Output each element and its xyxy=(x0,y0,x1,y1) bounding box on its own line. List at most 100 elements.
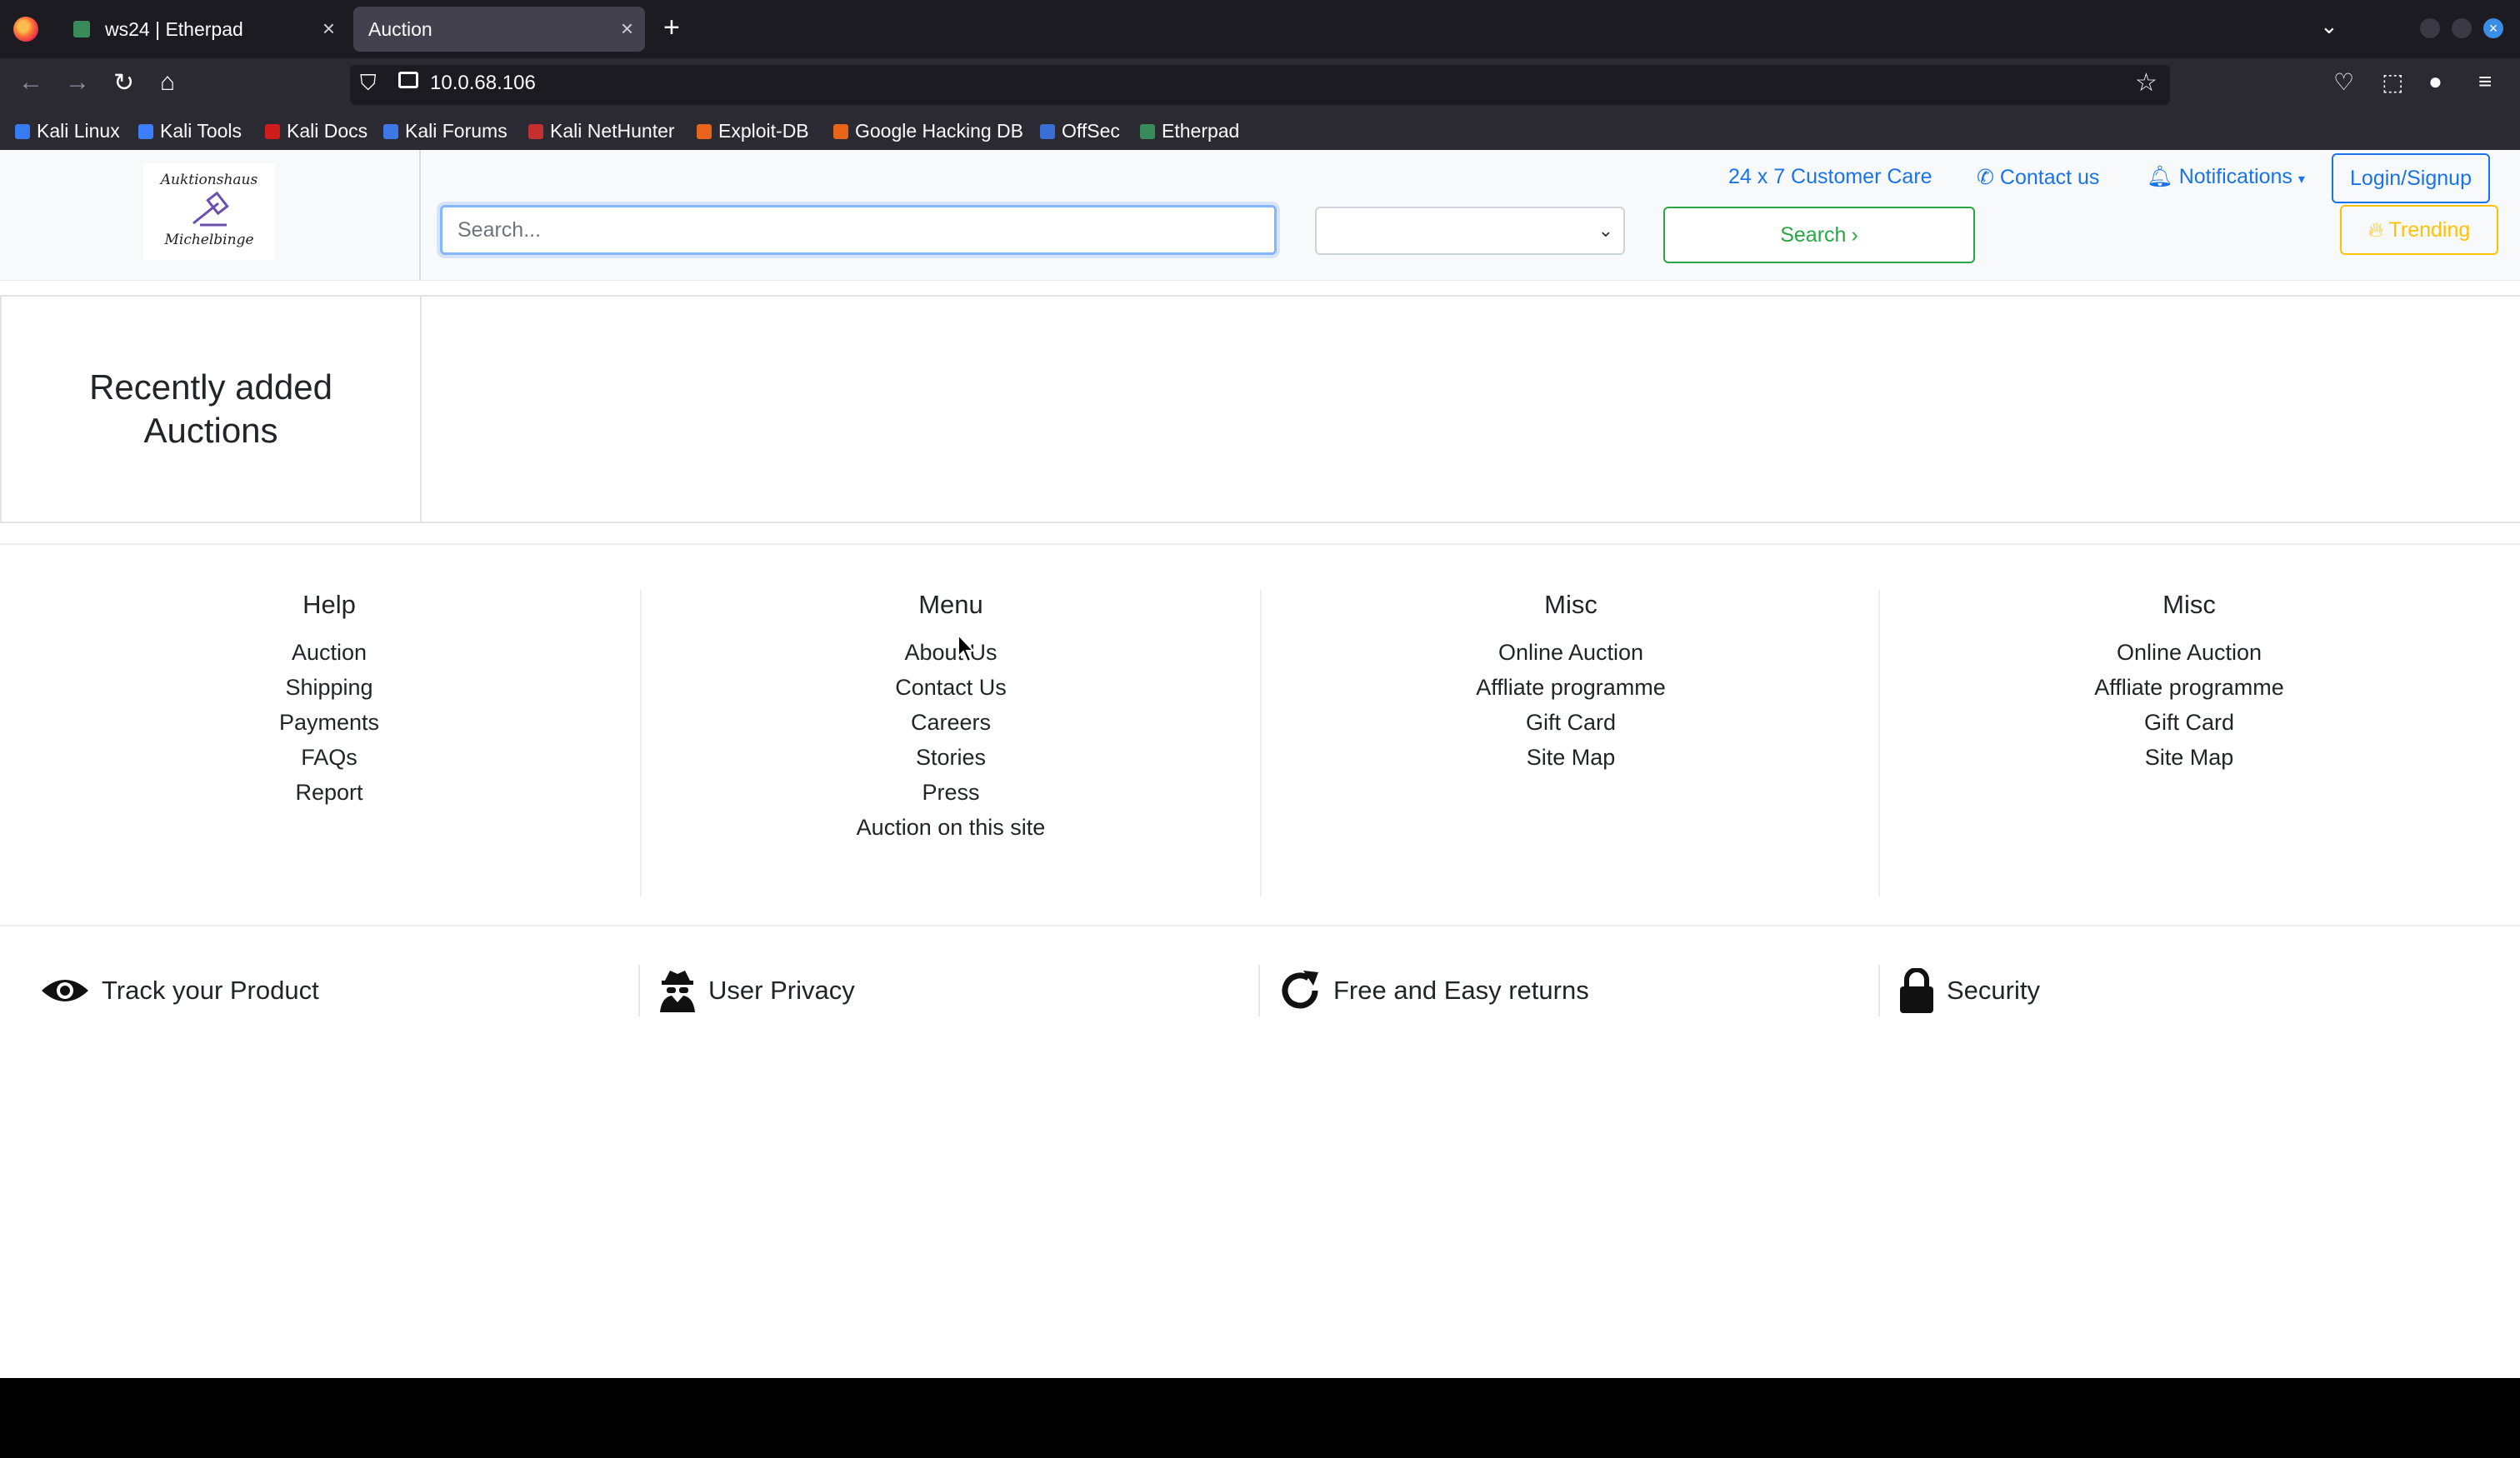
footer-link[interactable]: Stories xyxy=(642,740,1260,775)
bookmark-label: Kali Docs xyxy=(287,120,368,142)
trending-label: Trending xyxy=(2388,218,2471,242)
bookmark-exploit-db[interactable]: Exploit-DB xyxy=(697,120,809,142)
footer-link[interactable]: Gift Card xyxy=(1262,705,1880,740)
footer-heading: Help xyxy=(302,590,356,619)
footer-column-misc-2: Misc Online Auction Affliate programme G… xyxy=(1878,590,2498,896)
lock-icon xyxy=(1900,968,1933,1013)
bookmark-label: Kali NetHunter xyxy=(550,120,675,142)
bookmark-label: Etherpad xyxy=(1162,120,1240,142)
footer-link[interactable]: Shipping xyxy=(20,670,638,705)
feature-track-product: Track your Product xyxy=(40,965,319,1016)
account-icon[interactable]: ● xyxy=(2428,68,2442,95)
window-close-button[interactable]: × xyxy=(2483,18,2503,38)
search-button[interactable]: Search › xyxy=(1663,207,1975,263)
bookmark-label: Exploit-DB xyxy=(718,120,809,142)
kali-docs-icon xyxy=(265,124,280,139)
feature-security: Security xyxy=(1878,965,2040,1016)
home-icon[interactable]: ⌂ xyxy=(160,68,175,97)
close-icon[interactable]: × xyxy=(322,16,335,42)
menu-icon[interactable]: ≡ xyxy=(2478,68,2492,95)
footer-link[interactable]: Contact Us xyxy=(642,670,1260,705)
footer-link[interactable]: FAQs xyxy=(20,740,638,775)
footer-heading: Misc xyxy=(1544,590,1598,619)
fire-icon: 🔥︎ xyxy=(2368,218,2384,242)
footer-link[interactable]: Press xyxy=(642,775,1260,810)
refresh-icon xyxy=(1282,971,1318,1009)
logo-line-1: Auktionshaus xyxy=(160,172,258,188)
trending-button[interactable]: 🔥︎ Trending xyxy=(2340,205,2498,255)
footer-link[interactable]: About Us xyxy=(642,635,1260,670)
url-text[interactable]: 10.0.68.106 xyxy=(430,72,536,95)
login-signup-button[interactable]: Login/Signup xyxy=(2332,153,2490,203)
footer-link[interactable]: Affliate programme xyxy=(1262,670,1880,705)
bookmark-label: OffSec xyxy=(1062,120,1120,142)
close-icon[interactable]: × xyxy=(621,16,633,42)
bookmark-etherpad[interactable]: Etherpad xyxy=(1140,120,1239,142)
footer-column-help: Help Auction Shipping Payments FAQs Repo… xyxy=(20,590,638,896)
footer-column-menu: Menu About Us Contact Us Careers Stories… xyxy=(640,590,1260,896)
site-logo[interactable]: Auktionshaus Michelbinge xyxy=(143,163,275,260)
bookmark-kali-tools[interactable]: Kali Tools xyxy=(138,120,242,142)
ghdb-icon xyxy=(833,124,848,139)
tab-title: Auction xyxy=(368,18,432,40)
bookmark-kali-forums[interactable]: Kali Forums xyxy=(383,120,508,142)
shield-icon[interactable]: ⛉ xyxy=(360,70,377,97)
footer-link[interactable]: Site Map xyxy=(1262,740,1880,775)
bookmark-kali-docs[interactable]: Kali Docs xyxy=(265,120,368,142)
chevron-down-icon[interactable]: ⌄ xyxy=(2320,13,2338,39)
footer-link[interactable]: Affliate programme xyxy=(1880,670,2498,705)
user-secret-icon xyxy=(660,971,695,1012)
kali-tools-icon xyxy=(138,124,153,139)
category-select[interactable]: ⌄ xyxy=(1315,207,1625,255)
search-input[interactable] xyxy=(440,205,1277,255)
logo-line-2: Michelbinge xyxy=(164,232,254,248)
notifications-dropdown[interactable]: 🔔︎ Notifications ▾ xyxy=(2147,165,2305,189)
nethunter-icon xyxy=(528,124,543,139)
new-tab-button[interactable]: + xyxy=(663,12,680,44)
footer-link[interactable]: Site Map xyxy=(1880,740,2498,775)
contact-us-label: Contact us xyxy=(1999,166,2100,189)
bookmark-google-hacking-db[interactable]: Google Hacking DB xyxy=(833,120,1023,142)
mouse-cursor-icon xyxy=(958,633,976,663)
star-icon[interactable]: ☆ xyxy=(2135,68,2158,97)
bookmark-kali-nethunter[interactable]: Kali NetHunter xyxy=(528,120,675,142)
tab-auction[interactable]: Auction × xyxy=(353,7,645,52)
bell-icon: 🔔︎ xyxy=(2147,165,2173,188)
tab-etherpad[interactable]: ws24 | Etherpad × xyxy=(58,7,347,52)
etherpad-icon xyxy=(1140,124,1155,139)
contact-us-link[interactable]: ✆ Contact us xyxy=(1977,165,2099,190)
features-bar: Track your Product User Privacy Free and… xyxy=(0,925,2520,1016)
bookmark-offsec[interactable]: OffSec xyxy=(1040,120,1120,142)
feature-label: Security xyxy=(1947,976,2040,1005)
pocket-icon[interactable]: ♡ xyxy=(2333,68,2354,96)
lock-icon[interactable] xyxy=(398,72,418,88)
customer-care-link[interactable]: 24 x 7 Customer Care xyxy=(1728,165,1932,189)
bookmark-label: Kali Tools xyxy=(160,120,242,142)
reload-icon[interactable]: ↻ xyxy=(113,68,134,97)
bookmark-kali-linux[interactable]: Kali Linux xyxy=(15,120,120,142)
footer-heading: Menu xyxy=(918,590,983,619)
footer-link[interactable]: Online Auction xyxy=(1880,635,2498,670)
maximize-button[interactable] xyxy=(2452,18,2472,38)
extensions-icon[interactable]: ⬚ xyxy=(2382,68,2403,96)
web-page: Auktionshaus Michelbinge ⌄ Search › 24 x… xyxy=(0,150,2520,1378)
etherpad-favicon-icon xyxy=(73,21,90,37)
footer-heading: Misc xyxy=(2162,590,2216,619)
feature-label: User Privacy xyxy=(708,976,855,1005)
url-bar[interactable] xyxy=(350,65,2170,105)
footer-link[interactable]: Auction xyxy=(20,635,638,670)
footer-link[interactable]: Report xyxy=(20,775,638,810)
footer-link[interactable]: Payments xyxy=(20,705,638,740)
footer-link[interactable]: Gift Card xyxy=(1880,705,2498,740)
feature-free-returns: Free and Easy returns xyxy=(1258,965,1589,1016)
firefox-logo-icon[interactable] xyxy=(13,17,38,42)
search-button-label: Search xyxy=(1780,222,1847,247)
footer-link[interactable]: Auction on this site xyxy=(642,810,1260,845)
footer-link[interactable]: Careers xyxy=(642,705,1260,740)
kali-icon xyxy=(15,124,30,139)
back-arrow-icon[interactable]: ← xyxy=(18,68,43,97)
forward-arrow-icon[interactable]: → xyxy=(65,68,90,97)
minimize-button[interactable] xyxy=(2420,18,2440,38)
footer-links: Help Auction Shipping Payments FAQs Repo… xyxy=(0,543,2520,896)
footer-link[interactable]: Online Auction xyxy=(1262,635,1880,670)
